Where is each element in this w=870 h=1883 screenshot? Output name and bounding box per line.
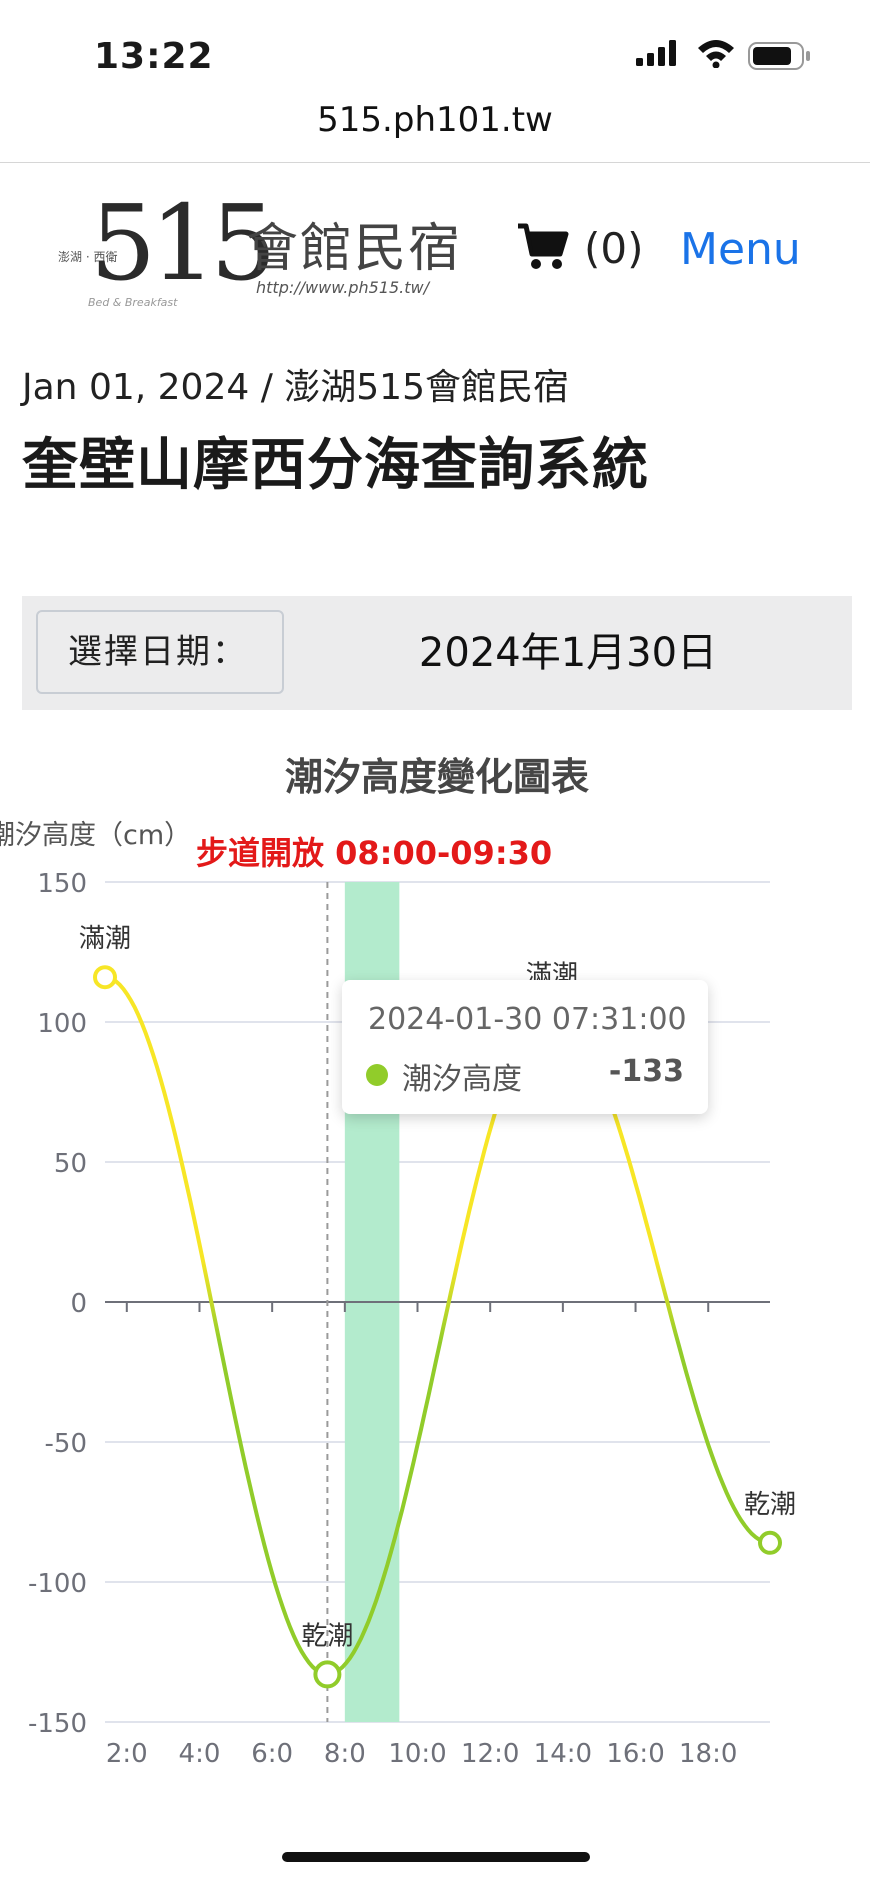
x-tick-label: 4:0 bbox=[179, 1739, 221, 1769]
page-title: 奎壁山摩西分海查詢系統 bbox=[22, 433, 649, 498]
y-tick-label: 50 bbox=[54, 1149, 87, 1179]
menu-link[interactable]: Menu bbox=[680, 224, 801, 275]
cart-count[interactable]: (0) bbox=[584, 224, 644, 273]
tooltip-time: 2024-01-30 07:31:00 bbox=[368, 1002, 687, 1037]
tooltip-series-name: 潮汐高度 bbox=[402, 1062, 522, 1097]
extremum-point bbox=[93, 965, 117, 990]
x-tick-label: 12:0 bbox=[461, 1739, 519, 1769]
y-tick-label: -150 bbox=[28, 1709, 87, 1739]
status-time: 13:22 bbox=[94, 36, 214, 77]
x-tick-label: 6:0 bbox=[251, 1739, 293, 1769]
x-tick-label: 8:0 bbox=[324, 1739, 366, 1769]
tide-chart[interactable]: 潮汐高度變化圖表潮汐高度（cm） 步道開放 08:00-09:30 150 100 50… bbox=[0, 740, 870, 1800]
y-tick-label: -50 bbox=[45, 1429, 87, 1459]
x-tick-label: 10:0 bbox=[388, 1739, 446, 1769]
extremum-label: 滿潮 bbox=[79, 924, 131, 954]
wifi-icon bbox=[698, 40, 734, 68]
x-tick-label: 16:0 bbox=[606, 1739, 664, 1769]
logo-number: 515 bbox=[90, 182, 276, 304]
extremum-label: 乾潮 bbox=[301, 1621, 353, 1651]
y-tick-label: -100 bbox=[28, 1569, 87, 1599]
chart-title: 潮汐高度變化圖表 bbox=[285, 755, 589, 799]
home-indicator[interactable] bbox=[282, 1852, 590, 1862]
walkway-open-label: 步道開放 08:00-09:30 bbox=[196, 834, 552, 872]
cart-icon[interactable] bbox=[516, 222, 570, 272]
x-tick-label: 2:0 bbox=[106, 1739, 148, 1769]
x-tick-label: 18:0 bbox=[679, 1739, 737, 1769]
y-tick-label: 100 bbox=[37, 1009, 87, 1039]
tooltip-value: -133 bbox=[608, 1054, 684, 1089]
y-tick-label: 0 bbox=[70, 1289, 87, 1319]
x-tick-label: 14:0 bbox=[534, 1739, 592, 1769]
y-tick-label: 150 bbox=[37, 869, 87, 899]
date-input[interactable]: 2024年1月30日 bbox=[284, 610, 852, 696]
signal-icon bbox=[636, 40, 676, 66]
status-bar: 13:22 bbox=[0, 0, 870, 110]
logo-tagline: Bed & Breakfast bbox=[88, 296, 178, 309]
extremum-label: 乾潮 bbox=[744, 1490, 796, 1520]
site-logo[interactable]: 澎湖 · 西衛 515 會館民宿 http://www.ph515.tw/ Be… bbox=[56, 182, 476, 314]
logo-name: 會館民宿 bbox=[246, 219, 463, 279]
tooltip-series-dot bbox=[366, 1064, 388, 1086]
breadcrumb: Jan 01, 2024 / 澎湖515會館民宿 bbox=[22, 367, 569, 408]
date-label-button[interactable]: 選擇日期： bbox=[36, 610, 284, 694]
chart-tooltip: 2024-01-30 07:31:00 潮汐高度 -133 bbox=[342, 980, 708, 1114]
header-divider bbox=[0, 162, 870, 163]
y-axis-label: 潮汐高度（cm） bbox=[0, 820, 191, 851]
logo-url: http://www.ph515.tw/ bbox=[256, 278, 430, 297]
extremum-point bbox=[313, 1660, 342, 1689]
battery-icon bbox=[748, 42, 810, 70]
extremum-point bbox=[758, 1530, 782, 1555]
url-bar[interactable]: 515.ph101.tw bbox=[0, 100, 870, 140]
